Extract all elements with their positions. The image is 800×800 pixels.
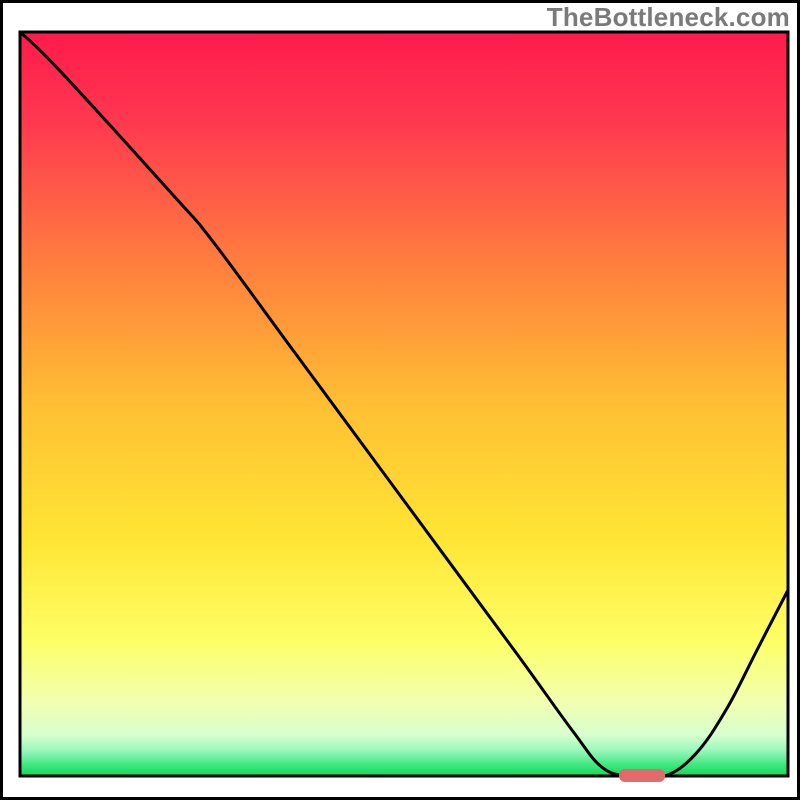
optimum-marker: [619, 769, 665, 782]
watermark-text: TheBottleneck.com: [547, 2, 790, 33]
plot-background: [20, 32, 788, 776]
bottleneck-chart: TheBottleneck.com: [0, 0, 800, 800]
chart-svg: [0, 0, 800, 800]
